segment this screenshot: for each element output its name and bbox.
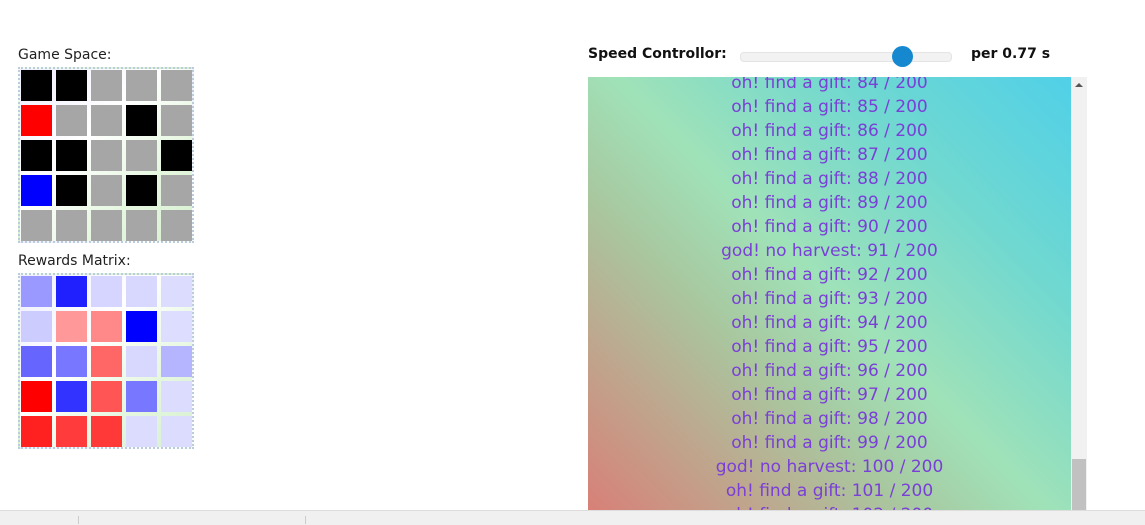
rewards-cell [161, 416, 192, 447]
rewards-cell [126, 416, 157, 447]
scrollbar-thumb[interactable] [1072, 459, 1086, 510]
rewards-cell [91, 311, 122, 342]
rewards-cell [126, 381, 157, 412]
game-space-cell [21, 210, 52, 241]
game-space-cell [56, 210, 87, 241]
game-space-cell [91, 140, 122, 171]
rewards-cell [56, 416, 87, 447]
rewards-cell [56, 381, 87, 412]
log-line: oh! find a gift: 99 / 200 [731, 433, 928, 453]
game-space-cell [21, 105, 52, 136]
rewards-cell [91, 416, 122, 447]
game-space-cell [56, 70, 87, 101]
game-space-cell [21, 140, 52, 171]
game-space-cell [126, 140, 157, 171]
rewards-cell [56, 276, 87, 307]
scroll-up-icon[interactable] [1075, 83, 1083, 87]
game-space-cell [161, 175, 192, 206]
game-space-label: Game Space: [18, 47, 112, 63]
log-line: oh! find a gift: 98 / 200 [731, 409, 928, 429]
log-line: oh! find a gift: 92 / 200 [731, 265, 928, 285]
rewards-cell [91, 276, 122, 307]
status-divider [78, 516, 79, 524]
log-line: oh! find a gift: 90 / 200 [731, 217, 928, 237]
log-line: oh! find a gift: 84 / 200 [731, 77, 928, 93]
speed-controller-label: Speed Controllor: [588, 46, 727, 62]
log-line: oh! find a gift: 85 / 200 [731, 97, 928, 117]
game-space-cell [91, 210, 122, 241]
game-space-cell [161, 70, 192, 101]
rewards-cell [161, 311, 192, 342]
status-bar [0, 510, 1145, 525]
log-line: oh! find a gift: 102 / 200 [588, 503, 1071, 510]
game-space-cell [21, 70, 52, 101]
log-panel[interactable]: oh! find a gift: 84 / 200 oh! find a gift… [588, 77, 1071, 510]
speed-slider-thumb[interactable] [891, 46, 913, 67]
rewards-cell [161, 381, 192, 412]
status-divider [305, 516, 306, 524]
rewards-cell [126, 311, 157, 342]
game-space-cell [126, 70, 157, 101]
rewards-matrix-label: Rewards Matrix: [18, 253, 131, 269]
rewards-cell [21, 311, 52, 342]
rewards-cell [91, 346, 122, 377]
rewards-cell [126, 276, 157, 307]
rewards-cell [21, 276, 52, 307]
log-line: god! no harvest: 100 / 200 [715, 457, 944, 477]
game-space-cell [161, 105, 192, 136]
game-space-cell [56, 105, 87, 136]
log-line: oh! find a gift: 87 / 200 [731, 145, 928, 165]
rewards-matrix-grid [18, 273, 194, 449]
game-space-cell [91, 70, 122, 101]
log-line: oh! find a gift: 101 / 200 [725, 481, 934, 501]
rewards-cell [56, 311, 87, 342]
game-space-cell [91, 105, 122, 136]
game-space-cell [21, 175, 52, 206]
game-space-cell [161, 140, 192, 171]
game-space-grid [18, 67, 194, 243]
log-line: oh! find a gift: 95 / 200 [731, 337, 928, 357]
log-line: oh! find a gift: 88 / 200 [731, 169, 928, 189]
speed-value: per 0.77 s [971, 46, 1051, 62]
log-line: oh! find a gift: 94 / 200 [731, 313, 928, 333]
log-line: oh! find a gift: 96 / 200 [731, 361, 928, 381]
game-space-cell [126, 105, 157, 136]
rewards-cell [126, 346, 157, 377]
rewards-cell [91, 381, 122, 412]
game-space-cell [56, 140, 87, 171]
game-space-cell [161, 210, 192, 241]
rewards-cell [21, 346, 52, 377]
log-line: oh! find a gift: 89 / 200 [731, 193, 928, 213]
rewards-cell [21, 416, 52, 447]
game-space-cell [56, 175, 87, 206]
log-scrollbar[interactable] [1071, 77, 1087, 510]
game-space-cell [91, 175, 122, 206]
speed-slider[interactable] [740, 52, 952, 62]
game-space-cell [126, 210, 157, 241]
log-line: god! no harvest: 91 / 200 [721, 241, 938, 261]
log-line: oh! find a gift: 97 / 200 [731, 385, 928, 405]
log-line: oh! find a gift: 86 / 200 [731, 121, 928, 141]
log-line: oh! find a gift: 93 / 200 [731, 289, 928, 309]
rewards-cell [161, 276, 192, 307]
game-space-cell [126, 175, 157, 206]
rewards-cell [56, 346, 87, 377]
rewards-cell [161, 346, 192, 377]
rewards-cell [21, 381, 52, 412]
